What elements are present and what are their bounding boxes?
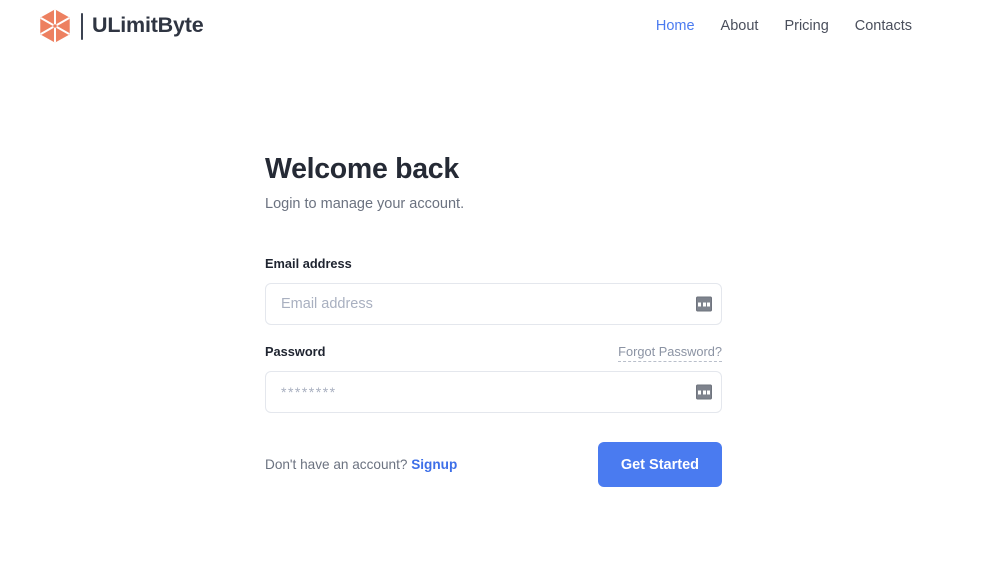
password-field-group: Password Forgot Password? (265, 344, 722, 414)
login-panel: Welcome back Login to manage your accoun… (265, 152, 722, 488)
main-nav: Home About Pricing Contacts (656, 18, 912, 34)
brand-divider (81, 12, 83, 40)
email-input-wrap (265, 283, 722, 326)
login-form: Email address Password Forgot Password? (265, 256, 722, 488)
nav-item-contacts[interactable]: Contacts (855, 18, 912, 34)
autofill-dots-icon[interactable] (696, 296, 712, 312)
autofill-dots-icon[interactable] (696, 384, 712, 400)
password-label-row: Password Forgot Password? (265, 344, 722, 363)
nav-item-about[interactable]: About (721, 18, 759, 34)
email-label: Email address (265, 256, 352, 272)
nav-item-pricing[interactable]: Pricing (784, 18, 828, 34)
forgot-password-link[interactable]: Forgot Password? (618, 345, 722, 362)
hexagon-cube-icon (40, 9, 70, 43)
password-input[interactable] (265, 371, 722, 414)
signup-prompt: Don't have an account? Signup (265, 456, 457, 472)
password-label: Password (265, 344, 326, 360)
page-title: Welcome back (265, 153, 459, 185)
brand-name: ULimitByte (92, 13, 204, 38)
brand-logo[interactable]: ULimitByte (36, 6, 204, 46)
login-page: ULimitByte Home About Pricing Contacts W… (0, 0, 1000, 576)
signup-prompt-text: Don't have an account? (265, 456, 408, 472)
signup-link[interactable]: Signup (411, 457, 457, 472)
email-field-group: Email address (265, 256, 722, 326)
email-label-row: Email address (265, 256, 722, 275)
get-started-button[interactable]: Get Started (597, 442, 722, 488)
nav-item-home[interactable]: Home (656, 18, 695, 34)
site-header: ULimitByte Home About Pricing Contacts (0, 0, 1000, 52)
form-actions: Don't have an account? Signup Get Starte… (265, 442, 722, 488)
page-subtitle: Login to manage your account. (265, 196, 465, 213)
password-input-wrap (265, 371, 722, 414)
email-input[interactable] (265, 283, 722, 326)
